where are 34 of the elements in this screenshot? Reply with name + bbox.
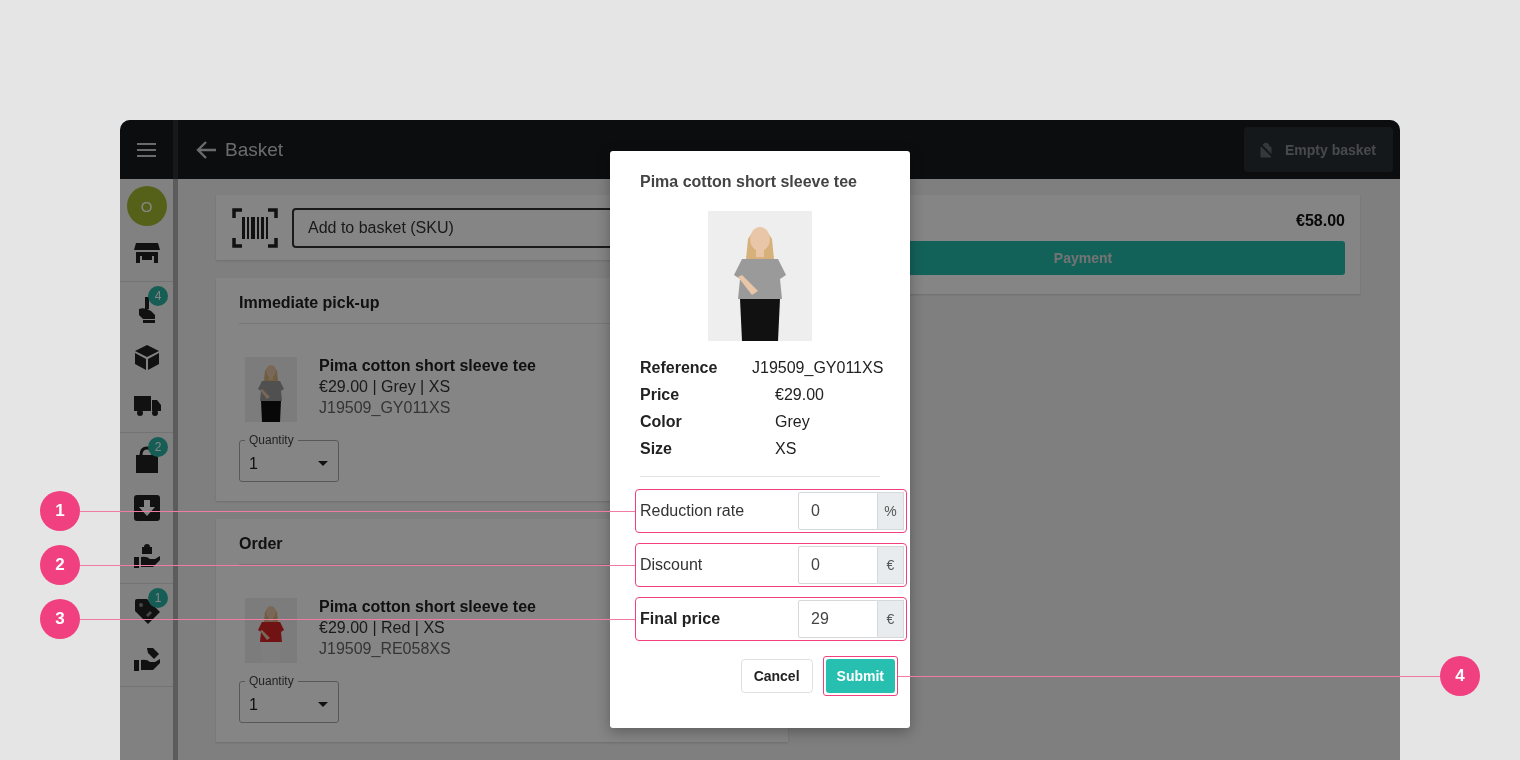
unit-label: € xyxy=(878,600,904,638)
unit-label: % xyxy=(878,492,904,530)
total-amount: €58.00 xyxy=(1296,212,1345,230)
product-name: Pima cotton short sleeve tee xyxy=(319,357,536,375)
detail-value: XS xyxy=(774,440,798,458)
field-label: Discount xyxy=(640,556,704,574)
count-badge: 1 xyxy=(148,588,168,608)
product-sku: J19509_RE058XS xyxy=(319,640,452,658)
callout-marker: 1 xyxy=(40,491,80,531)
count-badge: 2 xyxy=(148,437,168,457)
detail-label: Price xyxy=(640,386,681,404)
quantity-label: Quantity xyxy=(245,433,298,447)
product-name: Pima cotton short sleeve tee xyxy=(319,598,536,616)
dialog-title: Pima cotton short sleeve tee xyxy=(640,173,858,191)
page-title: Basket xyxy=(225,138,284,161)
section-title: Order xyxy=(239,535,284,553)
detail-label: Size xyxy=(640,440,673,458)
callout-marker: 4 xyxy=(1440,656,1480,696)
callout-marker: 3 xyxy=(40,599,80,639)
field-label: Reduction rate xyxy=(640,502,746,520)
detail-value: €29.00 xyxy=(774,386,825,404)
detail-label: Color xyxy=(640,413,683,431)
count-badge: 4 xyxy=(148,286,168,306)
detail-value: Grey xyxy=(774,413,811,431)
quantity-label: Quantity xyxy=(245,674,298,688)
product-details: €29.00 | Grey | XS xyxy=(319,378,452,396)
detail-label: Reference xyxy=(640,359,719,377)
product-details: €29.00 | Red | XS xyxy=(319,619,446,637)
field-label: Final price xyxy=(640,610,722,628)
product-sku: J19509_GY011XS xyxy=(319,399,452,417)
unit-label: € xyxy=(878,546,904,584)
detail-value: J19509_GY011XS xyxy=(752,359,884,377)
section-title: Immediate pick-up xyxy=(239,294,381,312)
callout-marker: 2 xyxy=(40,545,80,585)
